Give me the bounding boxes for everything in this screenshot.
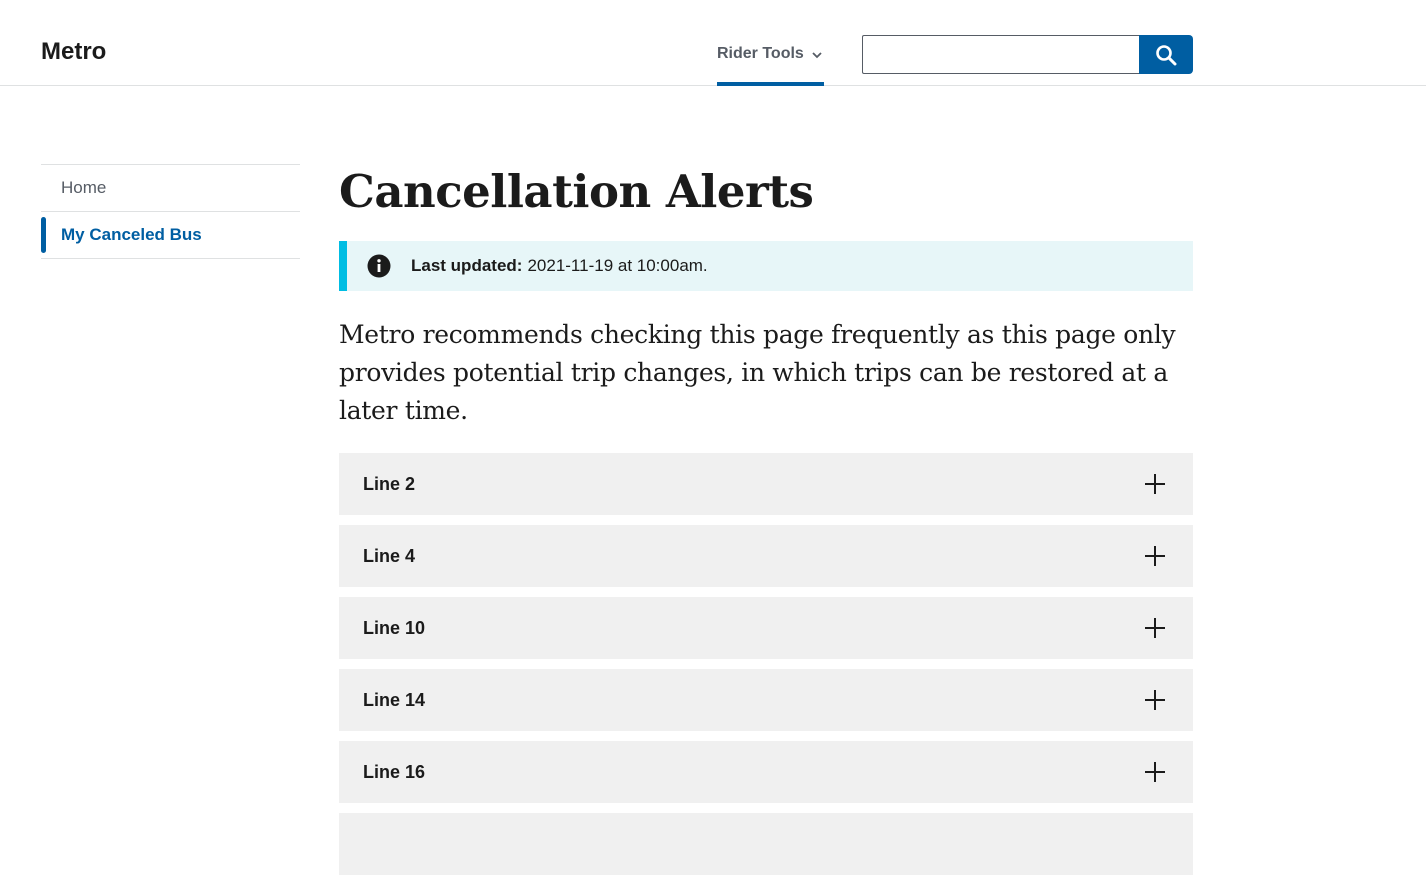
- accordion-label: Line 16: [363, 761, 426, 782]
- search-form: [862, 35, 1193, 74]
- accordion-label: Line 14: [363, 689, 426, 710]
- info-alert: Last updated: 2021-11-19 at 10:00am.: [339, 241, 1193, 291]
- search-icon: [1155, 44, 1177, 66]
- search-button[interactable]: [1139, 35, 1193, 74]
- sidenav-item-label: Home: [61, 178, 107, 197]
- accordion-line-14[interactable]: Line 14: [339, 669, 1193, 731]
- accordion-line-10[interactable]: Line 10: [339, 597, 1193, 659]
- nav-rider-tools-label: Rider Tools: [717, 45, 804, 62]
- info-icon: [367, 254, 391, 278]
- accordion-line-16[interactable]: Line 16: [339, 741, 1193, 803]
- main-content: Cancellation Alerts Last updated: 2021-1…: [339, 160, 1193, 885]
- alert-label: Last updated:: [411, 256, 523, 275]
- page-title: Cancellation Alerts: [339, 165, 814, 218]
- plus-icon: [1145, 546, 1165, 566]
- accordion-line-2[interactable]: Line 2: [339, 453, 1193, 515]
- accordion-line-4[interactable]: Line 4: [339, 525, 1193, 587]
- sidenav-item-home[interactable]: Home: [41, 165, 300, 212]
- sidenav-item-label: My Canceled Bus: [61, 225, 202, 244]
- accordion-label: Line 10: [363, 617, 426, 638]
- alert-value: 2021-11-19 at 10:00am.: [527, 256, 708, 275]
- chevron-down-icon: [812, 45, 824, 65]
- intro-text: Metro recommends checking this page freq…: [339, 320, 1176, 425]
- accordion-label: Line 2: [363, 473, 416, 494]
- accordion-item-partial[interactable]: [339, 813, 1193, 875]
- accordion-label: Line 4: [363, 545, 416, 566]
- search-input[interactable]: [862, 35, 1139, 74]
- nav-rider-tools[interactable]: Rider Tools: [717, 42, 824, 86]
- site-header: Metro Rider Tools: [0, 0, 1426, 86]
- plus-icon: [1145, 474, 1165, 494]
- side-navigation: Home My Canceled Bus: [41, 164, 300, 259]
- sidenav-item-my-canceled-bus[interactable]: My Canceled Bus: [41, 212, 300, 259]
- plus-icon: [1145, 690, 1165, 710]
- site-logo[interactable]: Metro: [41, 36, 106, 68]
- plus-icon: [1145, 762, 1165, 782]
- plus-icon: [1145, 618, 1165, 638]
